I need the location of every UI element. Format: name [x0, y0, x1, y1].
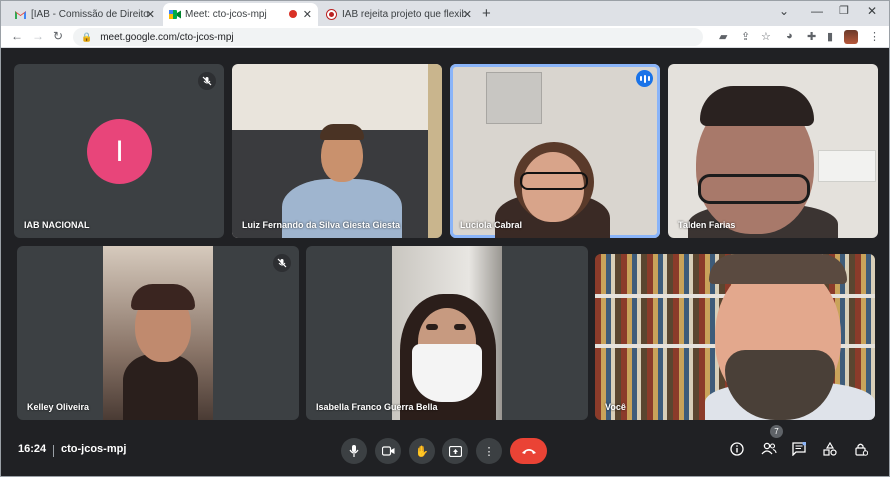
tab-title: [IAB - Comissão de Direito Amb [31, 9, 149, 20]
gmail-icon [15, 9, 26, 20]
camera-toggle-button[interactable] [375, 438, 401, 464]
chat-icon[interactable] [792, 441, 807, 459]
close-icon[interactable]: ✕ [303, 8, 312, 21]
extension-chat-icon[interactable]: ◕ [786, 30, 793, 42]
video-feed [103, 246, 213, 420]
person-hair [320, 124, 364, 140]
raise-hand-button[interactable]: ✋ [409, 438, 435, 464]
bookmark-star-icon[interactable]: ☆ [761, 30, 771, 43]
more-vert-icon: ⋮ [483, 445, 495, 458]
url-text: meet.google.com/cto-jcos-mpj [100, 31, 234, 43]
host-controls-icon[interactable] [854, 442, 869, 459]
extensions-puzzle-icon[interactable]: ✚ [807, 30, 816, 43]
address-bar[interactable]: 🔒 meet.google.com/cto-jcos-mpj [73, 28, 703, 46]
video-feed [392, 246, 502, 420]
participant-tile[interactable]: Talden Farias [668, 64, 878, 238]
mic-icon [349, 445, 359, 457]
mic-off-icon [198, 72, 216, 90]
tab-meet[interactable]: Meet: cto-jcos-mpj ✕ [163, 3, 318, 26]
present-screen-button[interactable] [442, 438, 468, 464]
glasses [520, 172, 588, 190]
forward-icon[interactable]: → [32, 29, 44, 43]
hand-icon: ✋ [415, 445, 429, 458]
meeting-time: 16:24 [18, 443, 47, 455]
tab-iab-news[interactable]: IAB rejeita projeto que flexibiliza ✕ [320, 3, 478, 26]
air-conditioner [818, 150, 876, 182]
side-panel-icon[interactable]: ▮ [827, 30, 833, 43]
activities-icon[interactable] [823, 441, 837, 459]
meeting-details-icon[interactable] [730, 442, 744, 459]
participant-name: Talden Farias [678, 220, 736, 230]
close-icon[interactable]: ✕ [463, 8, 472, 21]
chevron-down-icon[interactable]: ⌄ [779, 4, 789, 18]
more-options-button[interactable]: ⋮ [476, 438, 502, 464]
leave-call-button[interactable] [510, 438, 547, 464]
participant-tile[interactable]: Luiz Fernando da Silva Giesta Giesta [232, 64, 442, 238]
close-window-icon[interactable]: ✕ [867, 4, 877, 18]
hang-up-icon [521, 449, 536, 454]
lock-icon: 🔒 [81, 31, 93, 42]
meeting-controls-bar: 16:24 cto-jcos-mpj ✋ ⋮ 7 [1, 425, 889, 476]
participant-name: IAB NACIONAL [24, 220, 90, 230]
participant-count-badge: 7 [770, 425, 783, 438]
participant-name: Luiz Fernando da Silva Giesta Giesta [242, 220, 401, 230]
close-icon[interactable]: ✕ [146, 8, 155, 21]
participant-name: Você [605, 402, 626, 412]
meeting-code: cto-jcos-mpj [61, 443, 127, 455]
reload-icon[interactable]: ↻ [53, 29, 63, 43]
participant-name: Luciola Cabral [460, 220, 523, 230]
minimize-icon[interactable]: — [811, 4, 823, 18]
avatar: I [87, 119, 152, 184]
video-background [428, 64, 442, 238]
participant-tile-self[interactable]: Você [595, 254, 875, 420]
glasses [698, 174, 810, 204]
person-hair [700, 86, 814, 126]
meet-stage: I IAB NACIONAL Luiz Fernando da Silva Gi… [1, 48, 889, 476]
share-icon[interactable]: ⇪ [741, 30, 750, 43]
participant-name: Kelley Oliveira [27, 402, 90, 412]
person-hair [709, 254, 847, 284]
menu-dots-icon[interactable]: ⋮ [869, 30, 880, 43]
participant-tile[interactable]: I IAB NACIONAL [14, 64, 224, 238]
browser-window: [IAB - Comissão de Direito Amb ✕ Meet: c… [0, 0, 890, 477]
video-camera-icon [381, 446, 394, 456]
ceiling-vent [486, 72, 542, 124]
tab-title: IAB rejeita projeto que flexibiliza [342, 9, 466, 20]
present-icon [448, 445, 462, 457]
participant-tile[interactable]: Isabella Franco Guerra Bella [306, 246, 588, 420]
divider [53, 445, 54, 457]
participant-tile[interactable]: Luciola Cabral [450, 64, 660, 238]
participant-tile[interactable]: Kelley Oliveira [17, 246, 299, 420]
iab-icon [326, 9, 337, 20]
recording-icon [289, 10, 297, 18]
address-toolbar: ← → ↻ 🔒 meet.google.com/cto-jcos-mpj ▰ ⇪… [1, 26, 889, 48]
mic-off-icon [273, 254, 291, 272]
new-tab-button[interactable]: + [482, 5, 491, 22]
meet-icon [169, 9, 181, 20]
tab-title: Meet: cto-jcos-mpj [185, 9, 267, 20]
restore-icon[interactable]: ❐ [839, 4, 849, 17]
back-icon[interactable]: ← [11, 29, 23, 43]
profile-avatar[interactable] [844, 30, 858, 44]
participant-name: Isabella Franco Guerra Bella [316, 402, 438, 412]
tab-gmail[interactable]: [IAB - Comissão de Direito Amb ✕ [9, 3, 161, 26]
speaking-indicator-icon [636, 70, 653, 87]
people-icon[interactable] [761, 442, 777, 458]
camera-indicator-icon[interactable]: ▰ [719, 30, 727, 43]
mic-toggle-button[interactable] [341, 438, 367, 464]
tab-strip: [IAB - Comissão de Direito Amb ✕ Meet: c… [1, 1, 889, 26]
